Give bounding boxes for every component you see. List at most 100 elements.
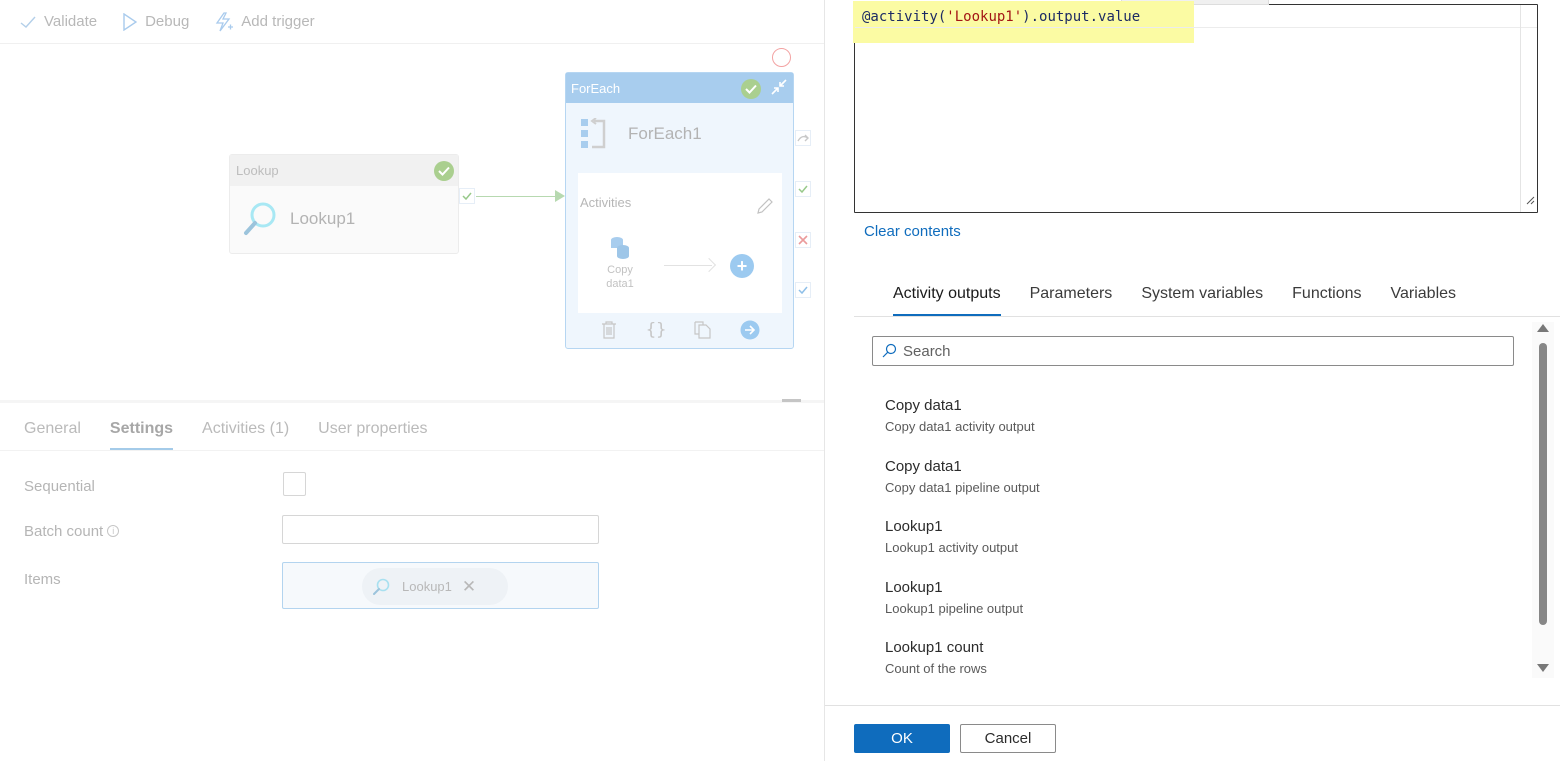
batch-count-label: Batch count	[24, 523, 104, 540]
remove-chip-icon[interactable]: ✕	[462, 577, 476, 597]
items-chip[interactable]: Lookup1 ✕	[362, 568, 508, 605]
list-item-subtitle: Lookup1 activity output	[885, 540, 1018, 555]
list-item[interactable]: Lookup1 Lookup1 activity output	[885, 517, 1485, 578]
search-input[interactable]	[903, 342, 1503, 360]
properties-tabs: General Settings Activities (1) User pro…	[24, 412, 428, 451]
tab-activity-outputs[interactable]: Activity outputs	[893, 282, 1001, 317]
expression-string-arg: 'Lookup1'	[946, 9, 1023, 25]
list-item[interactable]: Copy data1 Copy data1 pipeline output	[885, 457, 1485, 518]
expression-text[interactable]: @activity('Lookup1').output.value	[862, 9, 1140, 25]
pipeline-editor: Validate Debug Add trigger Lookup Lookup…	[0, 0, 824, 761]
debug-label: Debug	[145, 13, 190, 30]
list-item-title: Lookup1	[885, 578, 943, 596]
validate-label: Validate	[44, 13, 98, 30]
batch-count-label-wrap: Batch count i	[24, 523, 120, 540]
success-port-icon[interactable]	[795, 181, 811, 197]
pipeline-toolbar: Validate Debug Add trigger	[0, 0, 824, 44]
debug-button[interactable]: Debug	[123, 12, 190, 31]
lookup-magnifier-icon	[373, 578, 390, 595]
tab-parameters[interactable]: Parameters	[1030, 282, 1113, 317]
info-icon[interactable]: i	[107, 525, 120, 537]
scroll-thumb[interactable]	[1539, 343, 1547, 625]
resize-grip-icon[interactable]	[1525, 192, 1535, 210]
tabs-divider	[854, 316, 1560, 317]
add-trigger-label: Add trigger	[241, 13, 315, 30]
list-item-subtitle: Lookup1 pipeline output	[885, 600, 1024, 616]
expression-tabs: Activity outputs Parameters System varia…	[893, 282, 1456, 317]
list-scrollbar[interactable]	[1532, 322, 1554, 678]
items-field[interactable]: Lookup1 ✕	[282, 562, 599, 609]
expression-editor[interactable]: @activity('Lookup1').output.value	[853, 0, 1538, 213]
sequential-checkbox[interactable]	[283, 472, 306, 496]
failure-port-icon[interactable]	[795, 232, 811, 248]
lookup-node-type: Lookup	[236, 163, 279, 178]
foreach-icon	[581, 118, 606, 149]
edit-pencil-icon[interactable]	[756, 197, 774, 220]
list-item[interactable]: Lookup1 count Count of the rows	[885, 638, 1485, 699]
list-item-title: Lookup1	[885, 518, 943, 535]
tab-user-properties[interactable]: User properties	[318, 412, 427, 450]
foreach-node-type: ForEach	[571, 80, 621, 96]
validate-button[interactable]: Validate	[20, 13, 97, 30]
tab-functions[interactable]: Functions	[1292, 282, 1361, 317]
expression-suffix: ).output.value	[1022, 9, 1141, 25]
checkmark-icon	[20, 16, 36, 28]
list-item[interactable]: Lookup1 Lookup1 pipeline output	[885, 578, 1485, 639]
lookup-activity-node[interactable]: Lookup Lookup1	[229, 154, 459, 254]
items-label: Items	[24, 571, 61, 588]
editor-ruler	[1520, 5, 1521, 212]
cancel-button[interactable]: Cancel	[960, 724, 1056, 753]
tabs-divider	[0, 450, 824, 451]
editor-line-guide	[855, 27, 1537, 28]
list-item-title: Copy data1	[885, 457, 962, 475]
tab-general[interactable]: General	[24, 412, 81, 450]
list-item[interactable]: Copy data1 Copy data1 activity output	[885, 396, 1485, 457]
foreach-activity-node[interactable]: ForEach ForEach1 Activities Copy data1 +…	[565, 72, 794, 349]
add-activity-button[interactable]: +	[730, 254, 754, 278]
tab-settings[interactable]: Settings	[109, 412, 174, 451]
list-item-title: Lookup1 count	[885, 639, 984, 656]
skip-port-icon[interactable]	[795, 130, 811, 146]
database-icon	[611, 237, 629, 259]
expression-builder-panel: @activity('Lookup1').output.value Clear …	[824, 0, 1560, 761]
foreach-node-title: ForEach1	[566, 103, 793, 165]
foreach-node-name: ForEach1	[628, 124, 702, 143]
splitter-handle[interactable]	[782, 399, 801, 402]
copy-data-activity[interactable]: Copy data1	[602, 235, 638, 291]
foreach-inner-activities[interactable]: Activities Copy data1 +	[578, 173, 782, 313]
list-item-subtitle: Copy data1 activity output	[885, 419, 1035, 434]
search-field[interactable]	[872, 336, 1514, 366]
lookup-node-name: Lookup1	[290, 209, 356, 228]
ok-button[interactable]: OK	[854, 724, 950, 753]
clone-icon[interactable]	[692, 319, 714, 341]
footer-divider	[825, 705, 1560, 706]
success-check-icon	[741, 79, 761, 99]
list-item-subtitle: Copy data1 pipeline output	[885, 479, 1040, 495]
scroll-up-icon[interactable]	[1537, 324, 1549, 332]
lookup-magnifier-icon	[244, 202, 276, 235]
activity-outputs-list: Copy data1 Copy data1 activity output Co…	[885, 396, 1485, 699]
clear-contents-link[interactable]: Clear contents	[864, 223, 961, 240]
copy-data-activity-name: Copy data1	[606, 264, 634, 290]
collapse-icon[interactable]	[769, 77, 789, 100]
sequential-label: Sequential	[24, 478, 95, 495]
completion-port-icon[interactable]	[795, 282, 811, 298]
add-trigger-button[interactable]: Add trigger	[215, 11, 315, 32]
tab-activities[interactable]: Activities (1)	[202, 412, 289, 450]
tab-variables[interactable]: Variables	[1391, 282, 1457, 317]
expression-prefix: @activity(	[862, 9, 947, 25]
go-to-activity-icon[interactable]	[739, 319, 761, 341]
app-root: Validate Debug Add trigger Lookup Lookup…	[0, 0, 1560, 761]
batch-count-input[interactable]	[282, 515, 599, 544]
panel-splitter[interactable]	[0, 400, 824, 403]
play-icon	[123, 12, 138, 31]
list-item-subtitle: Count of the rows	[885, 661, 987, 676]
scroll-down-icon[interactable]	[1537, 664, 1549, 672]
search-icon	[882, 343, 897, 358]
success-port-icon[interactable]	[459, 188, 475, 204]
delete-icon[interactable]	[598, 319, 620, 341]
inner-arrow-head	[701, 257, 717, 273]
foreach-node-header: ForEach	[566, 73, 793, 103]
tab-system-variables[interactable]: System variables	[1141, 282, 1263, 317]
code-braces-icon[interactable]: {}	[645, 319, 667, 341]
